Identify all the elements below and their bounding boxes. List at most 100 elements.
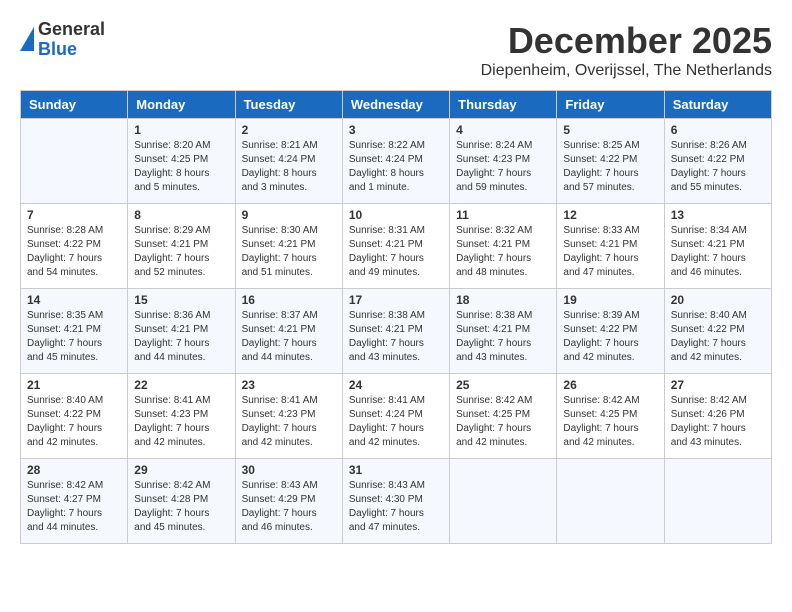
day-info: Sunrise: 8:38 AMSunset: 4:21 PMDaylight:… [456,309,550,365]
logo-general: General [38,20,105,40]
calendar-cell: 17 Sunrise: 8:38 AMSunset: 4:21 PMDayligh… [342,289,449,374]
calendar-cell [557,459,664,544]
calendar-cell: 28 Sunrise: 8:42 AMSunset: 4:27 PMDayligh… [21,459,128,544]
logo-blue: Blue [38,40,105,60]
day-info: Sunrise: 8:41 AMSunset: 4:23 PMDaylight:… [242,394,336,450]
day-info: Sunrise: 8:41 AMSunset: 4:24 PMDaylight:… [349,394,443,450]
day-info: Sunrise: 8:37 AMSunset: 4:21 PMDaylight:… [242,309,336,365]
calendar-cell: 15Sunrise: 8:36 AMSunset: 4:21 PMDayligh… [128,289,235,374]
week-row-1: 7Sunrise: 8:28 AMSunset: 4:22 PMDaylight… [21,204,772,289]
calendar-cell: 27Sunrise: 8:42 AMSunset: 4:26 PMDayligh… [664,374,771,459]
calendar-cell: 14 Sunrise: 8:35 AMSunset: 4:21 PMDayligh… [21,289,128,374]
day-number: 14 [27,293,121,307]
calendar-cell: 26 Sunrise: 8:42 AMSunset: 4:25 PMDayligh… [557,374,664,459]
calendar-cell: 30 Sunrise: 8:43 AMSunset: 4:29 PMDayligh… [235,459,342,544]
month-title: December 2025 [481,20,772,62]
day-number: 30 [242,463,336,477]
calendar-cell: 12 Sunrise: 8:33 AMSunset: 4:21 PMDayligh… [557,204,664,289]
logo: General Blue [20,20,105,60]
day-info: Sunrise: 8:43 AMSunset: 4:29 PMDaylight:… [242,479,336,535]
calendar-cell: 25 Sunrise: 8:42 AMSunset: 4:25 PMDayligh… [450,374,557,459]
day-number: 22 [134,378,228,392]
day-number: 27 [671,378,765,392]
day-number: 28 [27,463,121,477]
day-number: 18 [456,293,550,307]
day-info: Sunrise: 8:20 AMSunset: 4:25 PMDaylight:… [134,139,228,195]
day-number: 25 [456,378,550,392]
logo-triangle-icon [20,27,34,51]
day-info: Sunrise: 8:42 AMSunset: 4:25 PMDaylight:… [563,394,657,450]
day-info: Sunrise: 8:35 AMSunset: 4:21 PMDaylight:… [27,309,121,365]
day-number: 12 [563,208,657,222]
title-area: December 2025 Diepenheim, Overijssel, Th… [481,20,772,80]
col-header-friday: Friday [557,91,664,119]
day-number: 16 [242,293,336,307]
day-info: Sunrise: 8:30 AMSunset: 4:21 PMDaylight:… [242,224,336,280]
day-number: 8 [134,208,228,222]
day-info: Sunrise: 8:32 AMSunset: 4:21 PMDaylight:… [456,224,550,280]
day-info: Sunrise: 8:31 AMSunset: 4:21 PMDaylight:… [349,224,443,280]
col-header-saturday: Saturday [664,91,771,119]
calendar-cell: 16 Sunrise: 8:37 AMSunset: 4:21 PMDayligh… [235,289,342,374]
day-info: Sunrise: 8:43 AMSunset: 4:30 PMDaylight:… [349,479,443,535]
calendar-cell [664,459,771,544]
week-row-3: 21Sunrise: 8:40 AMSunset: 4:22 PMDayligh… [21,374,772,459]
calendar-table: SundayMondayTuesdayWednesdayThursdayFrid… [20,90,772,544]
day-info: Sunrise: 8:38 AMSunset: 4:21 PMDaylight:… [349,309,443,365]
day-number: 29 [134,463,228,477]
calendar-cell: 4 Sunrise: 8:24 AMSunset: 4:23 PMDaylight… [450,119,557,204]
col-header-monday: Monday [128,91,235,119]
location-title: Diepenheim, Overijssel, The Netherlands [481,62,772,80]
calendar-cell: 6Sunrise: 8:26 AMSunset: 4:22 PMDaylight… [664,119,771,204]
day-number: 10 [349,208,443,222]
calendar-cell [450,459,557,544]
day-number: 7 [27,208,121,222]
day-number: 21 [27,378,121,392]
calendar-cell: 22 Sunrise: 8:41 AMSunset: 4:23 PMDayligh… [128,374,235,459]
calendar-cell: 10 Sunrise: 8:31 AMSunset: 4:21 PMDayligh… [342,204,449,289]
day-info: Sunrise: 8:24 AMSunset: 4:23 PMDaylight:… [456,139,550,195]
day-info: Sunrise: 8:42 AMSunset: 4:25 PMDaylight:… [456,394,550,450]
calendar-cell: 9 Sunrise: 8:30 AMSunset: 4:21 PMDaylight… [235,204,342,289]
calendar-cell: 2Sunrise: 8:21 AMSunset: 4:24 PMDaylight… [235,119,342,204]
day-number: 26 [563,378,657,392]
calendar-cell: 7Sunrise: 8:28 AMSunset: 4:22 PMDaylight… [21,204,128,289]
calendar-cell: 24 Sunrise: 8:41 AMSunset: 4:24 PMDayligh… [342,374,449,459]
calendar-cell: 11 Sunrise: 8:32 AMSunset: 4:21 PMDayligh… [450,204,557,289]
day-number: 9 [242,208,336,222]
day-number: 3 [349,123,443,137]
day-info: Sunrise: 8:33 AMSunset: 4:21 PMDaylight:… [563,224,657,280]
calendar-cell: 8 Sunrise: 8:29 AMSunset: 4:21 PMDaylight… [128,204,235,289]
calendar-cell: 31 Sunrise: 8:43 AMSunset: 4:30 PMDayligh… [342,459,449,544]
day-info: Sunrise: 8:42 AMSunset: 4:27 PMDaylight:… [27,479,121,535]
day-number: 11 [456,208,550,222]
calendar-cell: 18 Sunrise: 8:38 AMSunset: 4:21 PMDayligh… [450,289,557,374]
day-info: Sunrise: 8:41 AMSunset: 4:23 PMDaylight:… [134,394,228,450]
calendar-cell: 13Sunrise: 8:34 AMSunset: 4:21 PMDayligh… [664,204,771,289]
day-number: 24 [349,378,443,392]
calendar-cell: 21Sunrise: 8:40 AMSunset: 4:22 PMDayligh… [21,374,128,459]
col-header-wednesday: Wednesday [342,91,449,119]
col-header-sunday: Sunday [21,91,128,119]
day-number: 6 [671,123,765,137]
day-number: 4 [456,123,550,137]
calendar-cell: 29 Sunrise: 8:42 AMSunset: 4:28 PMDayligh… [128,459,235,544]
week-row-2: 14 Sunrise: 8:35 AMSunset: 4:21 PMDayligh… [21,289,772,374]
calendar-cell: 23Sunrise: 8:41 AMSunset: 4:23 PMDayligh… [235,374,342,459]
calendar-cell: 1 Sunrise: 8:20 AMSunset: 4:25 PMDaylight… [128,119,235,204]
calendar-cell [21,119,128,204]
day-info: Sunrise: 8:42 AMSunset: 4:28 PMDaylight:… [134,479,228,535]
day-info: Sunrise: 8:36 AMSunset: 4:21 PMDaylight:… [134,309,228,365]
day-info: Sunrise: 8:39 AMSunset: 4:22 PMDaylight:… [563,309,657,365]
week-row-4: 28 Sunrise: 8:42 AMSunset: 4:27 PMDayligh… [21,459,772,544]
logo-text: General Blue [38,20,105,60]
day-number: 17 [349,293,443,307]
day-number: 13 [671,208,765,222]
day-number: 31 [349,463,443,477]
day-info: Sunrise: 8:29 AMSunset: 4:21 PMDaylight:… [134,224,228,280]
day-number: 1 [134,123,228,137]
col-header-thursday: Thursday [450,91,557,119]
day-info: Sunrise: 8:25 AMSunset: 4:22 PMDaylight:… [563,139,657,195]
day-number: 19 [563,293,657,307]
day-info: Sunrise: 8:22 AMSunset: 4:24 PMDaylight:… [349,139,443,195]
